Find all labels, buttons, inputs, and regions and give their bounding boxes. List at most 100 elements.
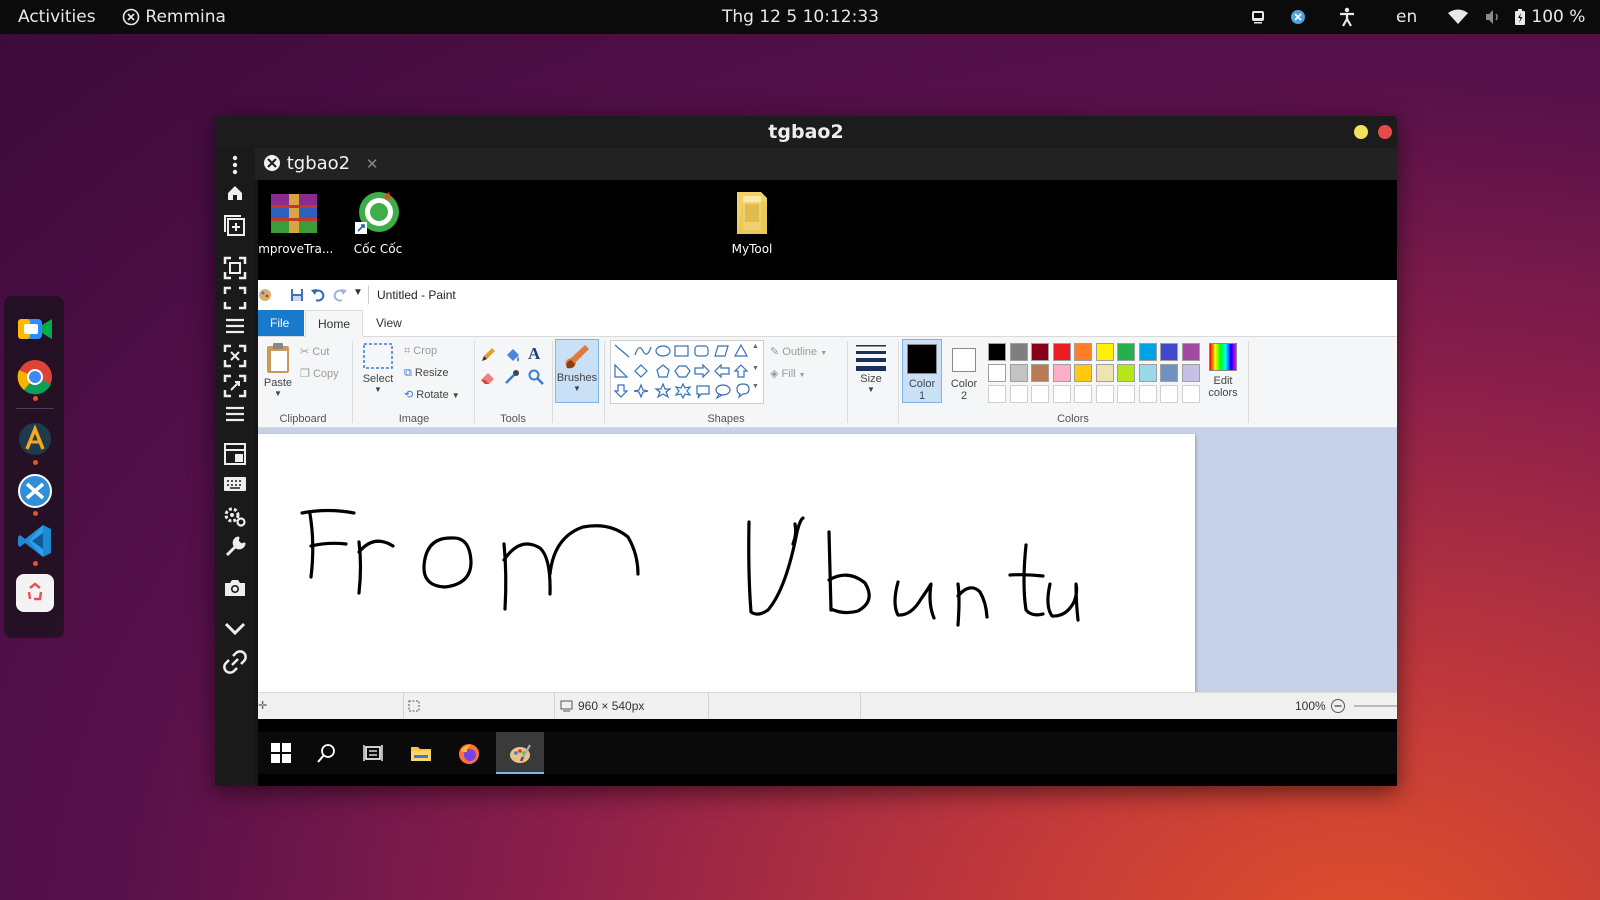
language-indicator[interactable]: en — [1396, 0, 1417, 34]
desktop-icon-winrar[interactable]: ImproveTra... — [258, 180, 334, 256]
taskbar-paint[interactable] — [496, 732, 544, 774]
fit-window-icon[interactable] — [221, 256, 249, 282]
chevron-down-icon[interactable] — [221, 620, 249, 646]
select-dropdown-icon[interactable]: ▼ — [358, 385, 398, 394]
app-menu[interactable]: Remmina — [122, 0, 226, 34]
palette-swatch[interactable] — [1031, 364, 1049, 382]
clock[interactable]: Thg 12 5 10:12:33 — [722, 0, 879, 34]
palette-swatch-empty[interactable] — [1009, 385, 1028, 403]
shapes-gallery[interactable] — [610, 340, 764, 404]
close-button[interactable] — [1378, 125, 1392, 139]
list-icon[interactable] — [221, 318, 249, 344]
taskbar-firefox[interactable] — [446, 732, 492, 774]
palette-swatch[interactable] — [1138, 343, 1157, 361]
desktop-icon-mytool[interactable]: MyTool — [712, 180, 792, 256]
color1-button[interactable]: Color 1 — [902, 339, 942, 403]
palette-swatch-empty[interactable] — [1138, 385, 1157, 403]
palette-swatch[interactable] — [1052, 364, 1071, 382]
disconnect-icon[interactable] — [221, 650, 249, 676]
paste-button[interactable]: Paste ▼ — [261, 341, 295, 403]
palette-swatch[interactable] — [1095, 343, 1114, 361]
remote-desktop[interactable]: ImproveTra... Cốc Cốc MyTool ▼ Untitled … — [258, 180, 1397, 786]
shapes-scroll-up-icon[interactable]: ▲ — [752, 343, 759, 350]
minimize-button[interactable] — [1354, 125, 1368, 139]
fill-bucket-icon[interactable] — [504, 347, 520, 363]
palette-swatch[interactable] — [1031, 343, 1049, 361]
fullscreen-icon[interactable] — [221, 286, 249, 312]
tab-tgbao2[interactable]: tgbao2 ✕ — [263, 150, 378, 178]
palette-swatch-empty[interactable] — [1117, 385, 1135, 403]
text-tool-icon[interactable]: A — [528, 344, 540, 364]
dock-chrome[interactable] — [16, 358, 54, 396]
magnifier-icon[interactable] — [528, 369, 544, 385]
switch-tab-icon[interactable] — [221, 442, 249, 468]
tab-close-icon[interactable]: ✕ — [366, 155, 379, 173]
copy-button[interactable]: ❐ Copy — [300, 367, 339, 380]
scale-icon[interactable] — [221, 344, 249, 370]
list-icon[interactable] — [221, 406, 249, 432]
taskbar-file-explorer[interactable] — [398, 732, 444, 774]
palette-swatch[interactable] — [1074, 364, 1092, 382]
palette-swatch-empty[interactable] — [1181, 385, 1200, 403]
remmina-tray-icon[interactable] — [1290, 0, 1306, 34]
palette-swatch-empty[interactable] — [988, 385, 1006, 403]
save-icon[interactable] — [290, 288, 304, 302]
undo-icon[interactable] — [310, 287, 326, 303]
window-titlebar[interactable]: tgbao2 — [215, 116, 1397, 148]
tab-file[interactable]: File — [258, 310, 304, 336]
color2-button[interactable]: Color 2 — [944, 339, 984, 403]
shapes-more-icon[interactable]: ▼ — [752, 383, 759, 390]
palette-swatch-empty[interactable] — [1052, 385, 1071, 403]
palette-swatch[interactable] — [1052, 343, 1071, 361]
task-view-button[interactable] — [350, 732, 396, 774]
dock-trash[interactable] — [16, 574, 54, 612]
screenshot-icon[interactable] — [221, 578, 249, 604]
palette-swatch-empty[interactable] — [1031, 385, 1049, 403]
menu-icon[interactable] — [221, 154, 249, 180]
volume-icon[interactable] — [1484, 0, 1502, 34]
paste-dropdown-icon[interactable]: ▼ — [261, 389, 295, 398]
tab-home[interactable]: Home — [305, 310, 364, 337]
palette-swatch[interactable] — [1160, 364, 1178, 382]
battery-indicator[interactable]: 100 % — [1514, 0, 1585, 34]
color-picker-icon[interactable] — [504, 369, 520, 385]
screen-icon[interactable] — [1250, 0, 1266, 34]
resize-button[interactable]: ⧉ Resize — [404, 367, 449, 380]
select-button[interactable]: Select ▼ — [358, 341, 398, 403]
start-button[interactable] — [258, 732, 304, 774]
zoom-slider[interactable] — [1354, 705, 1397, 707]
new-connection-icon[interactable] — [221, 214, 249, 240]
palette-swatch[interactable] — [988, 364, 1006, 382]
zoom-out-icon[interactable] — [1330, 698, 1346, 714]
palette-swatch[interactable] — [1009, 343, 1028, 361]
palette-swatch[interactable] — [1138, 364, 1157, 382]
brushes-button[interactable]: Brushes ▼ — [555, 339, 599, 403]
shapes-scroll-down-icon[interactable]: ▼ — [752, 365, 759, 372]
outline-button[interactable]: ✎ Outline ▼ — [770, 345, 827, 358]
dock-remmina[interactable] — [16, 472, 54, 510]
accessibility-icon[interactable] — [1338, 0, 1356, 34]
crop-button[interactable]: ⌗ Crop — [404, 345, 437, 358]
drawing-canvas[interactable] — [258, 434, 1195, 692]
palette-swatch[interactable] — [1117, 343, 1135, 361]
palette-swatch-empty[interactable] — [1095, 385, 1114, 403]
size-button[interactable]: Size ▼ — [852, 341, 890, 403]
wifi-icon[interactable] — [1448, 0, 1468, 34]
dock-zoom[interactable] — [16, 310, 54, 348]
keyboard-icon[interactable] — [221, 476, 249, 502]
palette-swatch[interactable] — [1074, 343, 1092, 361]
palette-swatch[interactable] — [1095, 364, 1114, 382]
cut-button[interactable]: ✂ Cut — [300, 345, 329, 358]
edit-colors-button[interactable]: Edit colors — [1204, 339, 1242, 403]
palette-swatch[interactable] — [1117, 364, 1135, 382]
dynamic-resolution-icon[interactable] — [221, 374, 249, 400]
pencil-icon[interactable] — [480, 347, 496, 363]
activities-button[interactable]: Activities — [18, 0, 96, 34]
palette-swatch[interactable] — [1009, 364, 1028, 382]
dock-vscode[interactable] — [16, 522, 54, 560]
palette-swatch[interactable] — [1181, 343, 1200, 361]
paint-app-icon[interactable] — [258, 288, 272, 302]
preferences-icon[interactable] — [221, 504, 249, 530]
dock-arduino[interactable] — [16, 420, 54, 458]
fill-button[interactable]: ◈ Fill ▼ — [770, 367, 806, 380]
